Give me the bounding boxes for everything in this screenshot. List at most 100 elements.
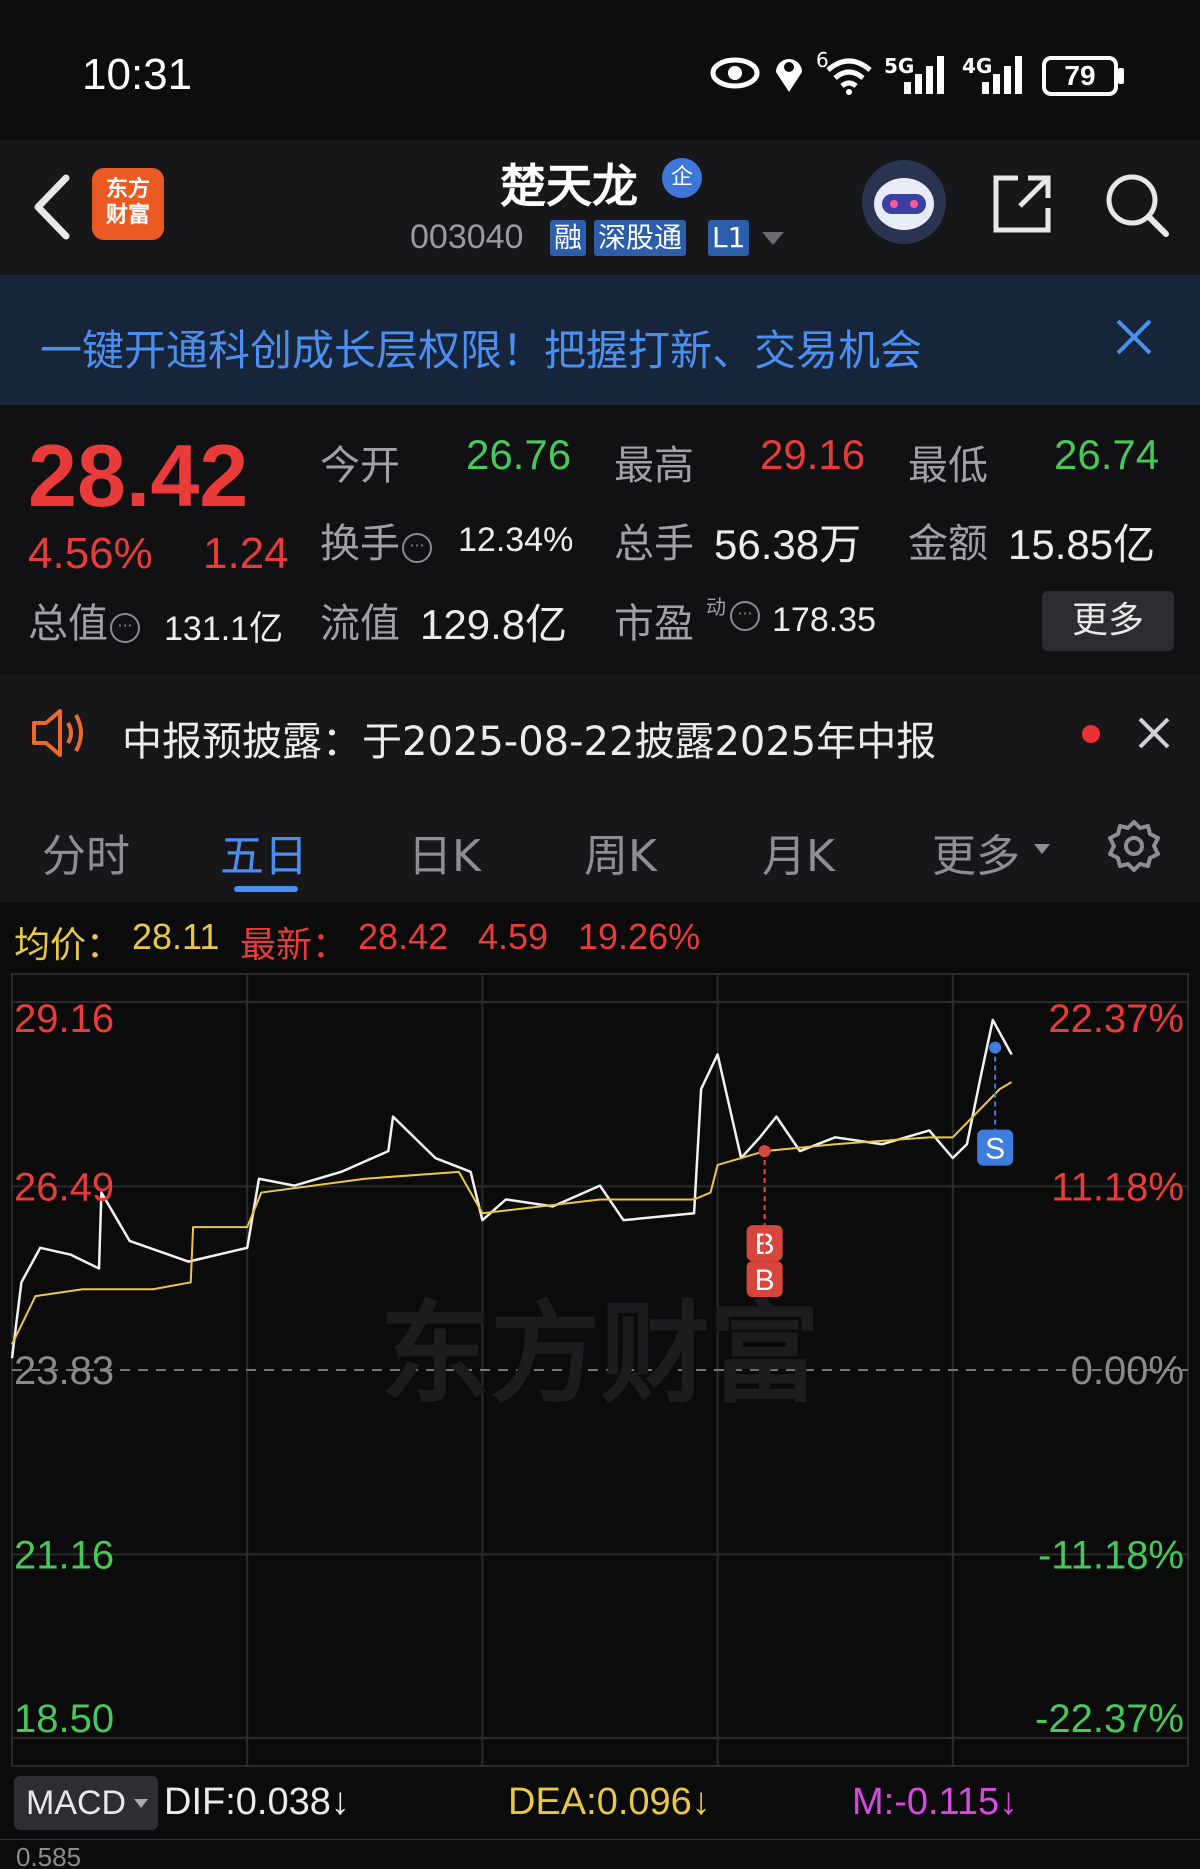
macd-bar: MACD DIF:0.038↓ DEA:0.096↓ M:-0.115↓ [0, 1769, 1200, 1839]
amount-label: 金额 [908, 521, 988, 567]
amount-value: 15.85亿 [1008, 521, 1156, 568]
macd-m: M:-0.115↓ [852, 1781, 1019, 1823]
promo-banner[interactable]: 一键开通科创成长层权限！把握打新、交易机会 [0, 275, 1200, 405]
macd-dif: DIF:0.038↓ [164, 1781, 350, 1823]
enterprise-badge: 企 [662, 158, 702, 198]
turnover-label: 换手 ··· [320, 511, 432, 569]
y-axis-left-label: 26.49 [14, 1165, 114, 1209]
volume-value: 56.38万 [714, 521, 862, 568]
macd-dea: DEA:0.096↓ [508, 1781, 711, 1823]
battery-tip [1118, 68, 1124, 84]
pe-dynamic-mark: 动 [706, 595, 726, 619]
macd-panel: 0.585 [0, 1839, 1200, 1869]
marker-label: B [755, 1264, 775, 1297]
info-icon[interactable]: ··· [402, 533, 432, 563]
status-bar: 10:31 6 5G 4G 79 [0, 0, 1200, 140]
turnover-value: 12.34% [458, 521, 574, 559]
speaker-icon [32, 709, 83, 757]
avg-price-label: 均价： [14, 925, 123, 966]
y-axis-left-label: 23.83 [14, 1349, 114, 1393]
wifi-icon [826, 58, 872, 95]
marker-label: S [985, 1133, 1005, 1166]
quote-panel: 28.42 4.56% 1.24 今开 26.76 最高 29.16 最低 26… [0, 405, 1200, 675]
five-day-chart[interactable]: 东方财富 BBS 29.16 22.37% 26.49 11.18% 23.83 0.00… [0, 972, 1200, 1769]
marker-dot [758, 1145, 771, 1158]
volume-label: 总手 [614, 521, 694, 567]
close-icon[interactable] [1112, 315, 1156, 359]
low-value: 26.74 [1054, 431, 1160, 478]
low-label: 最低 [908, 443, 988, 489]
signal-4g-icon [982, 56, 1022, 94]
close-icon[interactable] [1134, 713, 1174, 753]
y-axis-right-label: 0.00% [1071, 1349, 1184, 1393]
info-icon[interactable]: ··· [110, 613, 140, 643]
level1-tag: L1 [708, 220, 750, 256]
app-logo[interactable]: 东方财富 [92, 168, 164, 240]
tab-daily-k[interactable]: 日K [408, 820, 481, 884]
latest-value: 28.42 [358, 916, 449, 957]
y-axis-right-label: 22.37% [1048, 997, 1184, 1041]
open-value: 26.76 [466, 431, 572, 478]
y-axis-right-label: -11.18% [1038, 1533, 1184, 1577]
notice-bar[interactable]: 中报预披露：于2025-08-22披露2025年中报 [0, 675, 1200, 790]
high-label: 最高 [614, 443, 694, 489]
eye-icon [710, 57, 760, 89]
info-icon[interactable]: ··· [730, 601, 760, 631]
margin-tag: 融 [550, 220, 587, 256]
chart-info-bar: 均价： 28.11 最新： 28.42 4.59 19.26% [0, 902, 1200, 972]
last-price: 28.42 [28, 426, 249, 525]
assistant-robot-icon[interactable] [862, 160, 946, 244]
pe-value: 178.35 [772, 601, 876, 639]
promo-text[interactable]: 一键开通科创成长层权限！把握打新、交易机会 [40, 317, 922, 378]
stock-code: 003040 [410, 218, 524, 256]
tab-monthly-k[interactable]: 月K [762, 820, 835, 884]
code-dropdown-icon[interactable] [762, 232, 784, 245]
watermark: 东方财富 [380, 1290, 820, 1418]
change-percent: 4.56% [28, 529, 153, 578]
pe-info[interactable]: ··· [728, 601, 760, 631]
gear-icon[interactable] [1104, 816, 1164, 876]
y-axis-left-label: 18.50 [14, 1697, 114, 1741]
float-cap-value: 129.8亿 [420, 601, 568, 648]
latest-change: 4.59 [478, 916, 549, 957]
avg-price-value: 28.11 [132, 916, 220, 957]
tab-weekly-k[interactable]: 周K [584, 820, 657, 884]
battery-icon: 79 [1042, 56, 1118, 96]
app-logo-text: 东方财富 [105, 177, 150, 228]
battery-level: 79 [1064, 60, 1096, 91]
notice-text[interactable]: 中报预披露：于2025-08-22披露2025年中报 [122, 709, 936, 767]
back-arrow-icon[interactable] [28, 172, 78, 242]
chevron-down-icon[interactable] [1034, 844, 1050, 854]
y-axis-right-label: -22.37% [1035, 1697, 1184, 1741]
tab-intraday[interactable]: 分时 [42, 820, 130, 884]
y-axis-right-label: 11.18% [1051, 1165, 1184, 1209]
y-axis-left-label: 21.16 [14, 1533, 114, 1577]
trade-markers: BBS [746, 1041, 1014, 1298]
unread-dot [1082, 725, 1100, 743]
chart-tab-bar: 分时 五日 日K 周K 月K 更多 [0, 790, 1200, 902]
change-amount: 1.24 [203, 529, 289, 578]
open-label: 今开 [320, 443, 400, 489]
latest-amplitude: 19.26% [578, 916, 701, 957]
high-value: 29.16 [760, 431, 866, 478]
mktcap-value: 131.1亿 [164, 610, 284, 648]
turnover-label-text: 换手 [320, 521, 400, 567]
tab-more[interactable]: 更多 [932, 820, 1020, 884]
y-axis-left-label: 29.16 [14, 997, 114, 1041]
chevron-down-icon[interactable] [134, 1799, 148, 1808]
latest-label: 最新： [240, 925, 349, 966]
more-quote-button[interactable]: 更多 [1042, 591, 1174, 651]
tab-five-day[interactable]: 五日 [220, 820, 308, 884]
status-time: 10:31 [82, 50, 193, 99]
search-icon[interactable] [1102, 170, 1170, 238]
marker-dot [989, 1041, 1002, 1054]
mktcap-label-text: 总值 [28, 601, 108, 647]
location-icon [776, 59, 802, 92]
float-cap-label: 流值 [320, 601, 400, 647]
price-chart-svg[interactable]: 东方财富 BBS 29.16 22.37%26.49 11.18%23.83 0.00… [0, 972, 1200, 1769]
share-icon[interactable] [990, 170, 1056, 236]
pe-label: 市盈 [614, 601, 694, 647]
macd-scale-label: 0.585 [16, 1842, 82, 1869]
signal-5g-icon [904, 56, 944, 94]
shenguotong-tag: 深股通 [594, 220, 687, 256]
